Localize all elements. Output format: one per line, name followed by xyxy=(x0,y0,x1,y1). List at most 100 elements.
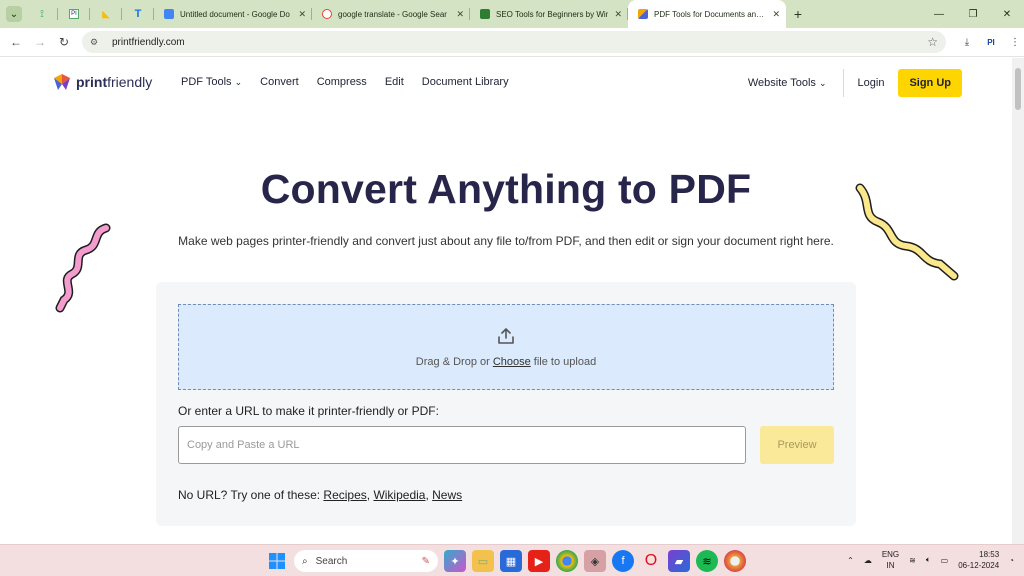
tab-docs[interactable]: Untitled document - Google Do ✕ xyxy=(154,0,312,28)
tab-title: PDF Tools for Documents and W xyxy=(654,9,767,19)
docs-icon xyxy=(164,9,174,19)
extension-icon[interactable]: PI xyxy=(982,33,1000,51)
nav-convert[interactable]: Convert xyxy=(260,76,299,88)
wifi-icon[interactable]: ≋ xyxy=(909,556,916,565)
search-icon: ⌕ xyxy=(302,555,308,567)
close-icon[interactable]: ✕ xyxy=(614,9,622,20)
download-icon[interactable]: ⤓ xyxy=(958,33,976,51)
taskbar-search-label: Search xyxy=(315,555,348,567)
upload-icon xyxy=(498,328,514,344)
chevron-down-icon: ⌄ xyxy=(234,77,243,87)
pinned-tab-1[interactable]: ⟟ xyxy=(26,0,58,28)
tab-search-button[interactable]: ⌄ xyxy=(6,6,22,22)
address-bar-row: ← → ↻ ⚙ printfriendly.com ☆ ⤓ PI ⋮ xyxy=(0,28,1024,57)
news-link[interactable]: News xyxy=(432,488,462,502)
clock-date: 06-12-2024 xyxy=(958,561,1000,570)
website-tools-menu[interactable]: Website Tools ⌄ xyxy=(748,77,827,89)
logo-text: printfriendly xyxy=(76,74,153,90)
lang-code: ENG xyxy=(881,550,900,559)
region-code: IN xyxy=(886,561,895,570)
bookmark-star-icon[interactable]: ☆ xyxy=(927,35,938,49)
file-explorer-icon[interactable]: ▭ xyxy=(472,550,494,572)
tab-google-search[interactable]: google translate - Google Sear ✕ xyxy=(312,0,470,28)
chevron-up-icon[interactable]: ⌃ xyxy=(847,556,854,565)
pin-icon: ⟟ xyxy=(40,8,44,20)
tab-strip: ⌄ ⟟ PI ◣ T Untitled document - Google Do… xyxy=(0,0,1024,28)
scrollbar-thumb[interactable] xyxy=(1015,68,1021,110)
reload-icon[interactable]: ↻ xyxy=(52,30,76,54)
copilot-icon[interactable]: ✦ xyxy=(444,550,466,572)
wikipedia-link[interactable]: Wikipedia xyxy=(373,488,425,502)
file-drop-zone[interactable]: Drag & Drop or Choose file to upload xyxy=(178,304,834,390)
site-header: printfriendly PDF Tools ⌄ Convert Compre… xyxy=(0,58,1012,108)
notification-icon[interactable]: ◔ xyxy=(1009,556,1014,565)
more-menu-icon[interactable]: ⋮ xyxy=(1006,33,1024,51)
close-window-icon[interactable]: ✕ xyxy=(990,0,1024,28)
tab-title: google translate - Google Sear xyxy=(338,9,447,19)
close-icon[interactable]: ✕ xyxy=(772,9,780,20)
volume-icon[interactable]: 🔈︎ xyxy=(926,555,931,565)
recipes-link[interactable]: Recipes xyxy=(323,488,366,502)
windows-taskbar: ⌕ Search ✎ ✦ ▭ ▦ ▶ ◈ f O ▰ ≋ ⌃ ☁ ENG IN … xyxy=(0,544,1024,576)
store-icon[interactable]: ▦ xyxy=(500,550,522,572)
active-app-icon[interactable]: ◈ xyxy=(584,550,606,572)
close-icon[interactable]: ✕ xyxy=(456,9,464,20)
system-tray: ⌃ ☁ ENG IN ≋ 🔈︎ ▭ 18:53 06-12-2024 ◔ xyxy=(847,549,1014,571)
printfriendly-logo-icon xyxy=(54,74,70,90)
language-indicator[interactable]: ENG IN xyxy=(882,549,899,571)
minimize-icon[interactable]: — xyxy=(922,0,956,28)
t-icon: T xyxy=(134,8,142,20)
spotify-icon[interactable]: ≋ xyxy=(696,550,718,572)
clipchamp-icon[interactable]: ▰ xyxy=(668,550,690,572)
main-nav: PDF Tools ⌄ Convert Compress Edit Docume… xyxy=(181,76,509,88)
facebook-icon[interactable]: f xyxy=(612,550,634,572)
window-controls: — ❐ ✕ xyxy=(922,0,1024,28)
tab-printfriendly[interactable]: PDF Tools for Documents and W ✕ xyxy=(628,0,786,28)
tab-title: SEO Tools for Beginners by Wir xyxy=(496,9,609,19)
pinned-tab-2[interactable]: PI xyxy=(58,0,90,28)
opera-icon[interactable]: O xyxy=(640,550,662,572)
url-input[interactable] xyxy=(178,426,746,464)
header-actions: Website Tools ⌄ Login Sign Up xyxy=(748,69,962,97)
restore-icon[interactable]: ❐ xyxy=(956,0,990,28)
pinned-tab-4[interactable]: T xyxy=(122,0,154,28)
page-title: Convert Anything to PDF xyxy=(260,166,752,212)
sample-links-row: No URL? Try one of these: Recipes, Wikip… xyxy=(178,488,463,502)
windows-start-icon[interactable] xyxy=(266,550,288,572)
windows-logo-icon xyxy=(269,553,285,569)
nav-document-library[interactable]: Document Library xyxy=(422,76,509,88)
nav-edit[interactable]: Edit xyxy=(385,76,404,88)
tab-seo-tools[interactable]: SEO Tools for Beginners by Wir ✕ xyxy=(470,0,628,28)
cloud-icon[interactable]: ☁ xyxy=(864,556,872,565)
header-divider xyxy=(842,69,844,97)
chrome-canary-icon[interactable] xyxy=(724,550,746,572)
printfriendly-icon xyxy=(638,9,648,19)
page-subtitle: Make web pages printer-friendly and conv… xyxy=(178,234,834,248)
nav-pdf-tools[interactable]: PDF Tools ⌄ xyxy=(181,76,242,88)
close-icon[interactable]: ✕ xyxy=(298,9,306,20)
clock-time: 18:53 xyxy=(979,550,1000,559)
chevron-down-icon: ⌄ xyxy=(818,78,827,88)
choose-file-link[interactable]: Choose xyxy=(493,356,531,368)
nav-compress[interactable]: Compress xyxy=(317,76,367,88)
signup-button[interactable]: Sign Up xyxy=(898,69,962,97)
clock[interactable]: 18:53 06-12-2024 xyxy=(958,549,999,571)
login-link[interactable]: Login xyxy=(858,77,885,89)
converter-card: Drag & Drop or Choose file to upload Or … xyxy=(156,282,856,526)
page-icon: PI xyxy=(69,9,79,19)
forward-arrow-icon[interactable]: → xyxy=(28,30,52,54)
preview-button[interactable]: Preview xyxy=(760,426,834,464)
page-scrollbar[interactable] xyxy=(1012,58,1024,544)
search-highlight-icon: ✎ xyxy=(421,555,430,567)
youtube-icon[interactable]: ▶ xyxy=(528,550,550,572)
ads-icon: ◣ xyxy=(102,8,110,20)
chrome-icon[interactable] xyxy=(556,550,578,572)
omnibox[interactable]: ⚙ printfriendly.com ☆ xyxy=(82,31,946,53)
new-tab-button[interactable]: + xyxy=(786,0,810,28)
pinned-tab-3[interactable]: ◣ xyxy=(90,0,122,28)
site-info-icon[interactable]: ⚙ xyxy=(90,37,104,48)
printfriendly-logo[interactable]: printfriendly xyxy=(52,72,152,92)
back-arrow-icon[interactable]: ← xyxy=(4,30,28,54)
battery-icon[interactable]: ▭ xyxy=(941,556,949,565)
taskbar-search[interactable]: ⌕ Search ✎ xyxy=(294,550,438,572)
